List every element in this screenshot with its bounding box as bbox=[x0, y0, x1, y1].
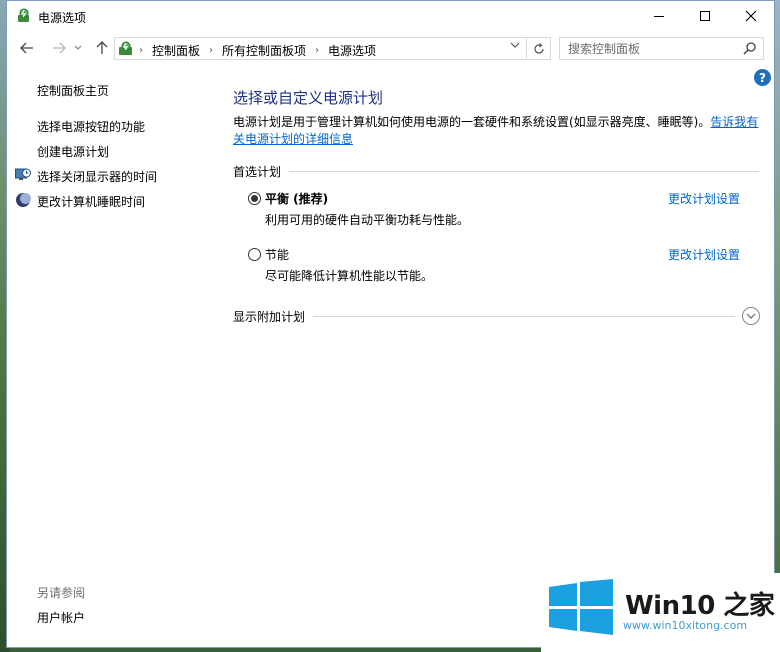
forward-arrow-icon bbox=[53, 42, 66, 54]
plan-balanced-description: 利用可用的硬件自动平衡功耗与性能。 bbox=[265, 213, 470, 227]
sidebar-item-display-off-time[interactable]: 选择关闭显示器的时间 bbox=[37, 168, 157, 185]
minimize-button[interactable] bbox=[636, 1, 682, 31]
forward-button[interactable] bbox=[50, 39, 68, 57]
refresh-icon bbox=[533, 42, 544, 54]
plan-balanced-name[interactable]: 平衡 (推荐) bbox=[265, 190, 328, 207]
plan-balanced-radio[interactable] bbox=[248, 192, 261, 205]
recent-locations-button[interactable] bbox=[72, 39, 84, 57]
power-options-icon bbox=[18, 8, 29, 22]
sidebar-item-create-power-plan[interactable]: 创建电源计划 bbox=[37, 143, 109, 160]
navigation-bar: › 控制面板 › 所有控制面板项 › 电源选项 bbox=[7, 33, 774, 63]
search-icon bbox=[743, 42, 756, 55]
additional-plans-section[interactable]: 显示附加计划 bbox=[233, 308, 735, 325]
back-button[interactable] bbox=[18, 39, 36, 57]
moon-icon bbox=[16, 193, 31, 207]
up-arrow-icon bbox=[96, 41, 108, 54]
see-also-heading: 另请参阅 bbox=[37, 586, 86, 600]
breadcrumb-item[interactable]: 电源选项 bbox=[328, 42, 376, 59]
sidebar-item-control-panel-home[interactable]: 控制面板主页 bbox=[37, 82, 109, 99]
site-watermark: Win10 之家 www.win10xitong.com bbox=[541, 573, 780, 652]
search-input[interactable] bbox=[560, 38, 740, 59]
intro-paragraph: 电源计划是用于管理计算机如何使用电源的一套硬件和系统设置(如显示器亮度、睡眠等)… bbox=[233, 114, 765, 148]
chevron-down-icon bbox=[510, 42, 520, 48]
chevron-down-icon bbox=[746, 313, 756, 319]
monitor-clock-icon bbox=[15, 168, 31, 180]
watermark-brand: Win10 之家 bbox=[625, 591, 775, 621]
plan-power-saver-change-settings-link[interactable]: 更改计划设置 bbox=[668, 246, 740, 263]
window-title: 电源选项 bbox=[38, 11, 87, 25]
chevron-down-icon bbox=[74, 45, 82, 50]
preferred-plans-heading: 首选计划 bbox=[233, 165, 282, 179]
search-button[interactable] bbox=[743, 41, 759, 57]
sidebar-item-user-accounts[interactable]: 用户帐户 bbox=[37, 609, 85, 626]
watermark-url: www.win10xitong.com bbox=[623, 619, 748, 632]
breadcrumb-separator-icon: › bbox=[139, 45, 143, 56]
windows-logo-icon bbox=[549, 579, 613, 635]
breadcrumb-separator-icon[interactable]: › bbox=[209, 45, 213, 56]
address-bar[interactable]: › 控制面板 › 所有控制面板项 › 电源选项 bbox=[114, 37, 551, 60]
back-arrow-icon bbox=[20, 42, 33, 54]
maximize-button[interactable] bbox=[682, 1, 728, 31]
address-dropdown-button[interactable] bbox=[510, 41, 520, 52]
close-button[interactable] bbox=[728, 1, 774, 31]
refresh-button[interactable] bbox=[526, 38, 550, 59]
page-title: 选择或自定义电源计划 bbox=[233, 89, 384, 107]
expand-additional-plans-button[interactable] bbox=[742, 307, 760, 325]
maximize-icon bbox=[700, 11, 710, 21]
intro-text: 电源计划是用于管理计算机如何使用电源的一套硬件和系统设置(如显示器亮度、睡眠等)… bbox=[233, 115, 711, 129]
sidebar-item-sleep-time[interactable]: 更改计算机睡眠时间 bbox=[37, 193, 145, 210]
plan-power-saver-radio[interactable] bbox=[248, 248, 261, 261]
main-content: 选择或自定义电源计划 电源计划是用于管理计算机如何使用电源的一套硬件和系统设置(… bbox=[233, 71, 760, 647]
minimize-icon bbox=[654, 15, 664, 17]
breadcrumb-item[interactable]: 所有控制面板项 bbox=[222, 42, 306, 59]
sidebar-item-power-button-function[interactable]: 选择电源按钮的功能 bbox=[37, 118, 145, 135]
plan-power-saver-description: 尽可能降低计算机性能以节能。 bbox=[265, 269, 434, 283]
section-divider bbox=[289, 171, 759, 172]
up-button[interactable] bbox=[93, 39, 111, 57]
breadcrumb: › 控制面板 › 所有控制面板项 › 电源选项 bbox=[139, 42, 376, 59]
additional-plans-heading[interactable]: 显示附加计划 bbox=[233, 308, 305, 325]
close-icon bbox=[745, 10, 757, 22]
control-panel-icon bbox=[119, 41, 132, 55]
section-divider bbox=[313, 316, 735, 317]
breadcrumb-item[interactable]: 控制面板 bbox=[152, 42, 200, 59]
breadcrumb-separator-icon[interactable]: › bbox=[315, 45, 319, 56]
left-navigation-pane: 控制面板主页 选择电源按钮的功能 创建电源计划 选择关闭显示器的时间 更改计算机… bbox=[7, 71, 222, 647]
title-bar: 电源选项 bbox=[7, 1, 774, 31]
preferred-plans-section: 首选计划 bbox=[233, 163, 759, 180]
plan-power-saver-name[interactable]: 节能 bbox=[265, 246, 289, 263]
plan-balanced-change-settings-link[interactable]: 更改计划设置 bbox=[668, 190, 740, 207]
power-options-window: 电源选项 › 控制面板 › 所有控制面板项 › 电源选项 搜索控制面板 ? 控制… bbox=[6, 0, 775, 648]
search-box bbox=[559, 37, 764, 60]
